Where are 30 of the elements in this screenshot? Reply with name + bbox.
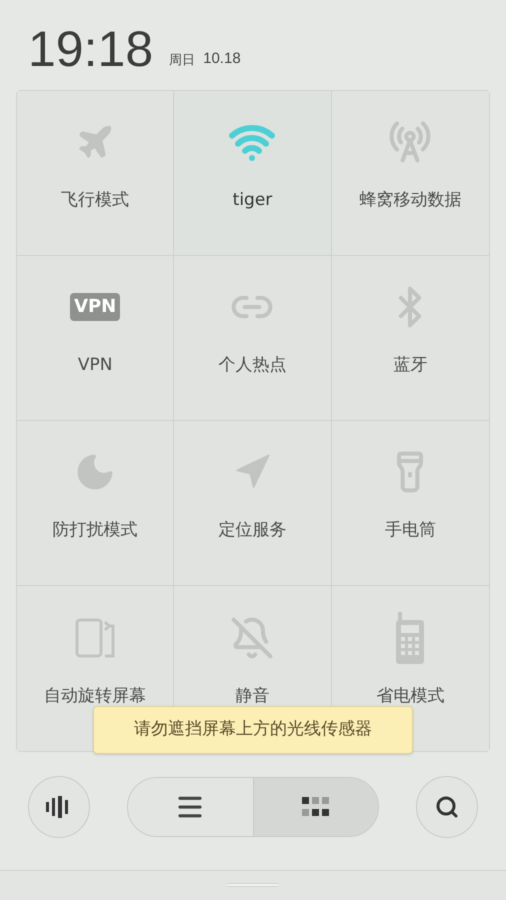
tile-label: 飞行模式 <box>61 189 130 212</box>
toggle-tile[interactable]: tiger <box>174 91 332 256</box>
toggle-tile[interactable]: 防打扰模式 <box>17 421 174 586</box>
toggle-tile[interactable]: 个人热点 <box>174 256 332 421</box>
tile-label: 个人热点 <box>218 354 286 378</box>
bell-off-icon <box>230 616 274 660</box>
view-toggle-segment[interactable] <box>128 778 254 836</box>
sensor-toast: 请勿遮挡屏幕上方的光线传感器 <box>93 706 413 754</box>
toggle-tile[interactable]: VPN VPN <box>17 256 174 421</box>
clock-time: 19:18 <box>28 24 154 74</box>
vpn-icon: VPN <box>70 293 120 322</box>
weekday-text: 周日 <box>169 52 196 70</box>
toggle-tile[interactable]: 蜂窝移动数据 <box>332 91 489 256</box>
tile-label: 蜂窝移动数据 <box>359 189 462 212</box>
tile-label: 定位服务 <box>218 519 286 542</box>
grid-icon <box>302 797 330 817</box>
tile-label: VPN <box>78 354 112 378</box>
tile-label: 自动旋转屏幕 <box>44 684 146 708</box>
tile-label: 防打扰模式 <box>52 519 138 542</box>
tile-label: 静音 <box>235 684 270 708</box>
toggle-tile[interactable]: 定位服务 <box>174 421 332 586</box>
tile-label: tiger <box>232 189 272 212</box>
tile-label: 手电筒 <box>384 519 436 542</box>
search-icon <box>435 795 459 819</box>
antenna-icon <box>388 120 432 164</box>
view-toggle-segment[interactable] <box>254 778 378 836</box>
date-text: 10.18 <box>203 48 241 68</box>
tile-label: 蓝牙 <box>393 354 428 378</box>
toggle-tile[interactable]: 飞行模式 <box>17 91 174 256</box>
tile-label: 省电模式 <box>376 684 444 708</box>
